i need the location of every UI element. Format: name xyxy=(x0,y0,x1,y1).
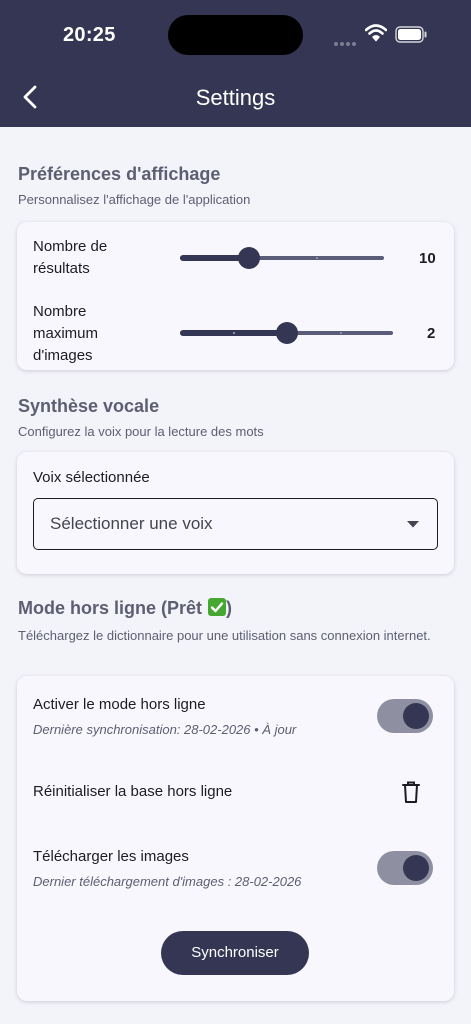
voice-card: Voix sélectionnée Sélectionner une voix xyxy=(17,452,454,574)
results-count-value: 10 xyxy=(419,250,436,267)
offline-title-end: ) xyxy=(226,598,233,618)
slider-tick xyxy=(340,332,342,334)
max-images-value: 2 xyxy=(427,325,436,342)
offline-card: Activer le mode hors ligne Dernière sync… xyxy=(17,676,454,1001)
battery-icon xyxy=(395,26,427,43)
display-card: Nombre de résultats 10 Nombre maximum d'… xyxy=(17,222,454,370)
download-images-toggle[interactable] xyxy=(377,851,433,885)
results-count-slider[interactable] xyxy=(180,247,384,269)
offline-title-text: Mode hors ligne (Prêt xyxy=(18,598,208,618)
offline-mode-toggle[interactable] xyxy=(377,699,433,733)
app-header: 20:25 Settings xyxy=(0,0,471,127)
max-images-slider[interactable] xyxy=(180,322,393,344)
offline-section-subtitle: Téléchargez le dictionnaire pour une uti… xyxy=(18,628,431,643)
wifi-icon xyxy=(365,24,387,42)
voice-select-value: Sélectionner une voix xyxy=(50,514,213,533)
signal-icon xyxy=(334,33,358,46)
display-section-subtitle: Personnalisez l'affichage de l'applicati… xyxy=(18,192,251,207)
dynamic-island xyxy=(168,15,303,55)
voice-section-title: Synthèse vocale xyxy=(18,396,160,416)
reset-offline-label[interactable]: Réinitialiser la base hors ligne xyxy=(33,781,232,803)
results-count-label: Nombre de résultats xyxy=(33,238,108,277)
slider-tick xyxy=(316,257,318,259)
results-slider-thumb[interactable] xyxy=(238,247,260,269)
images-slider-thumb[interactable] xyxy=(276,322,298,344)
page-title: Settings xyxy=(195,85,276,110)
trash-icon[interactable] xyxy=(402,781,420,803)
voice-select[interactable]: Sélectionner une voix xyxy=(33,498,438,550)
dropdown-caret-icon xyxy=(407,521,419,528)
download-images-label: Télécharger les images xyxy=(33,848,189,865)
selected-voice-label: Voix sélectionnée xyxy=(33,469,150,486)
voice-section-subtitle: Configurez la voix pour la lecture des m… xyxy=(18,424,264,439)
last-image-download-text: Dernier téléchargement d'images : 28-02-… xyxy=(33,874,302,889)
max-images-label: Nombre maximum d'images xyxy=(33,303,99,364)
activate-offline-label: Activer le mode hors ligne xyxy=(33,696,206,713)
slider-tick xyxy=(233,332,235,334)
offline-section-title: Mode hors ligne (Prêt ) xyxy=(18,598,232,619)
synchronize-button[interactable]: Synchroniser xyxy=(161,931,309,975)
check-mark-icon xyxy=(208,598,227,616)
display-section-title: Préférences d'affichage xyxy=(18,164,221,184)
status-time: 20:25 xyxy=(63,24,116,46)
last-sync-text: Dernière synchronisation: 28-02-2026 • À… xyxy=(33,722,297,737)
